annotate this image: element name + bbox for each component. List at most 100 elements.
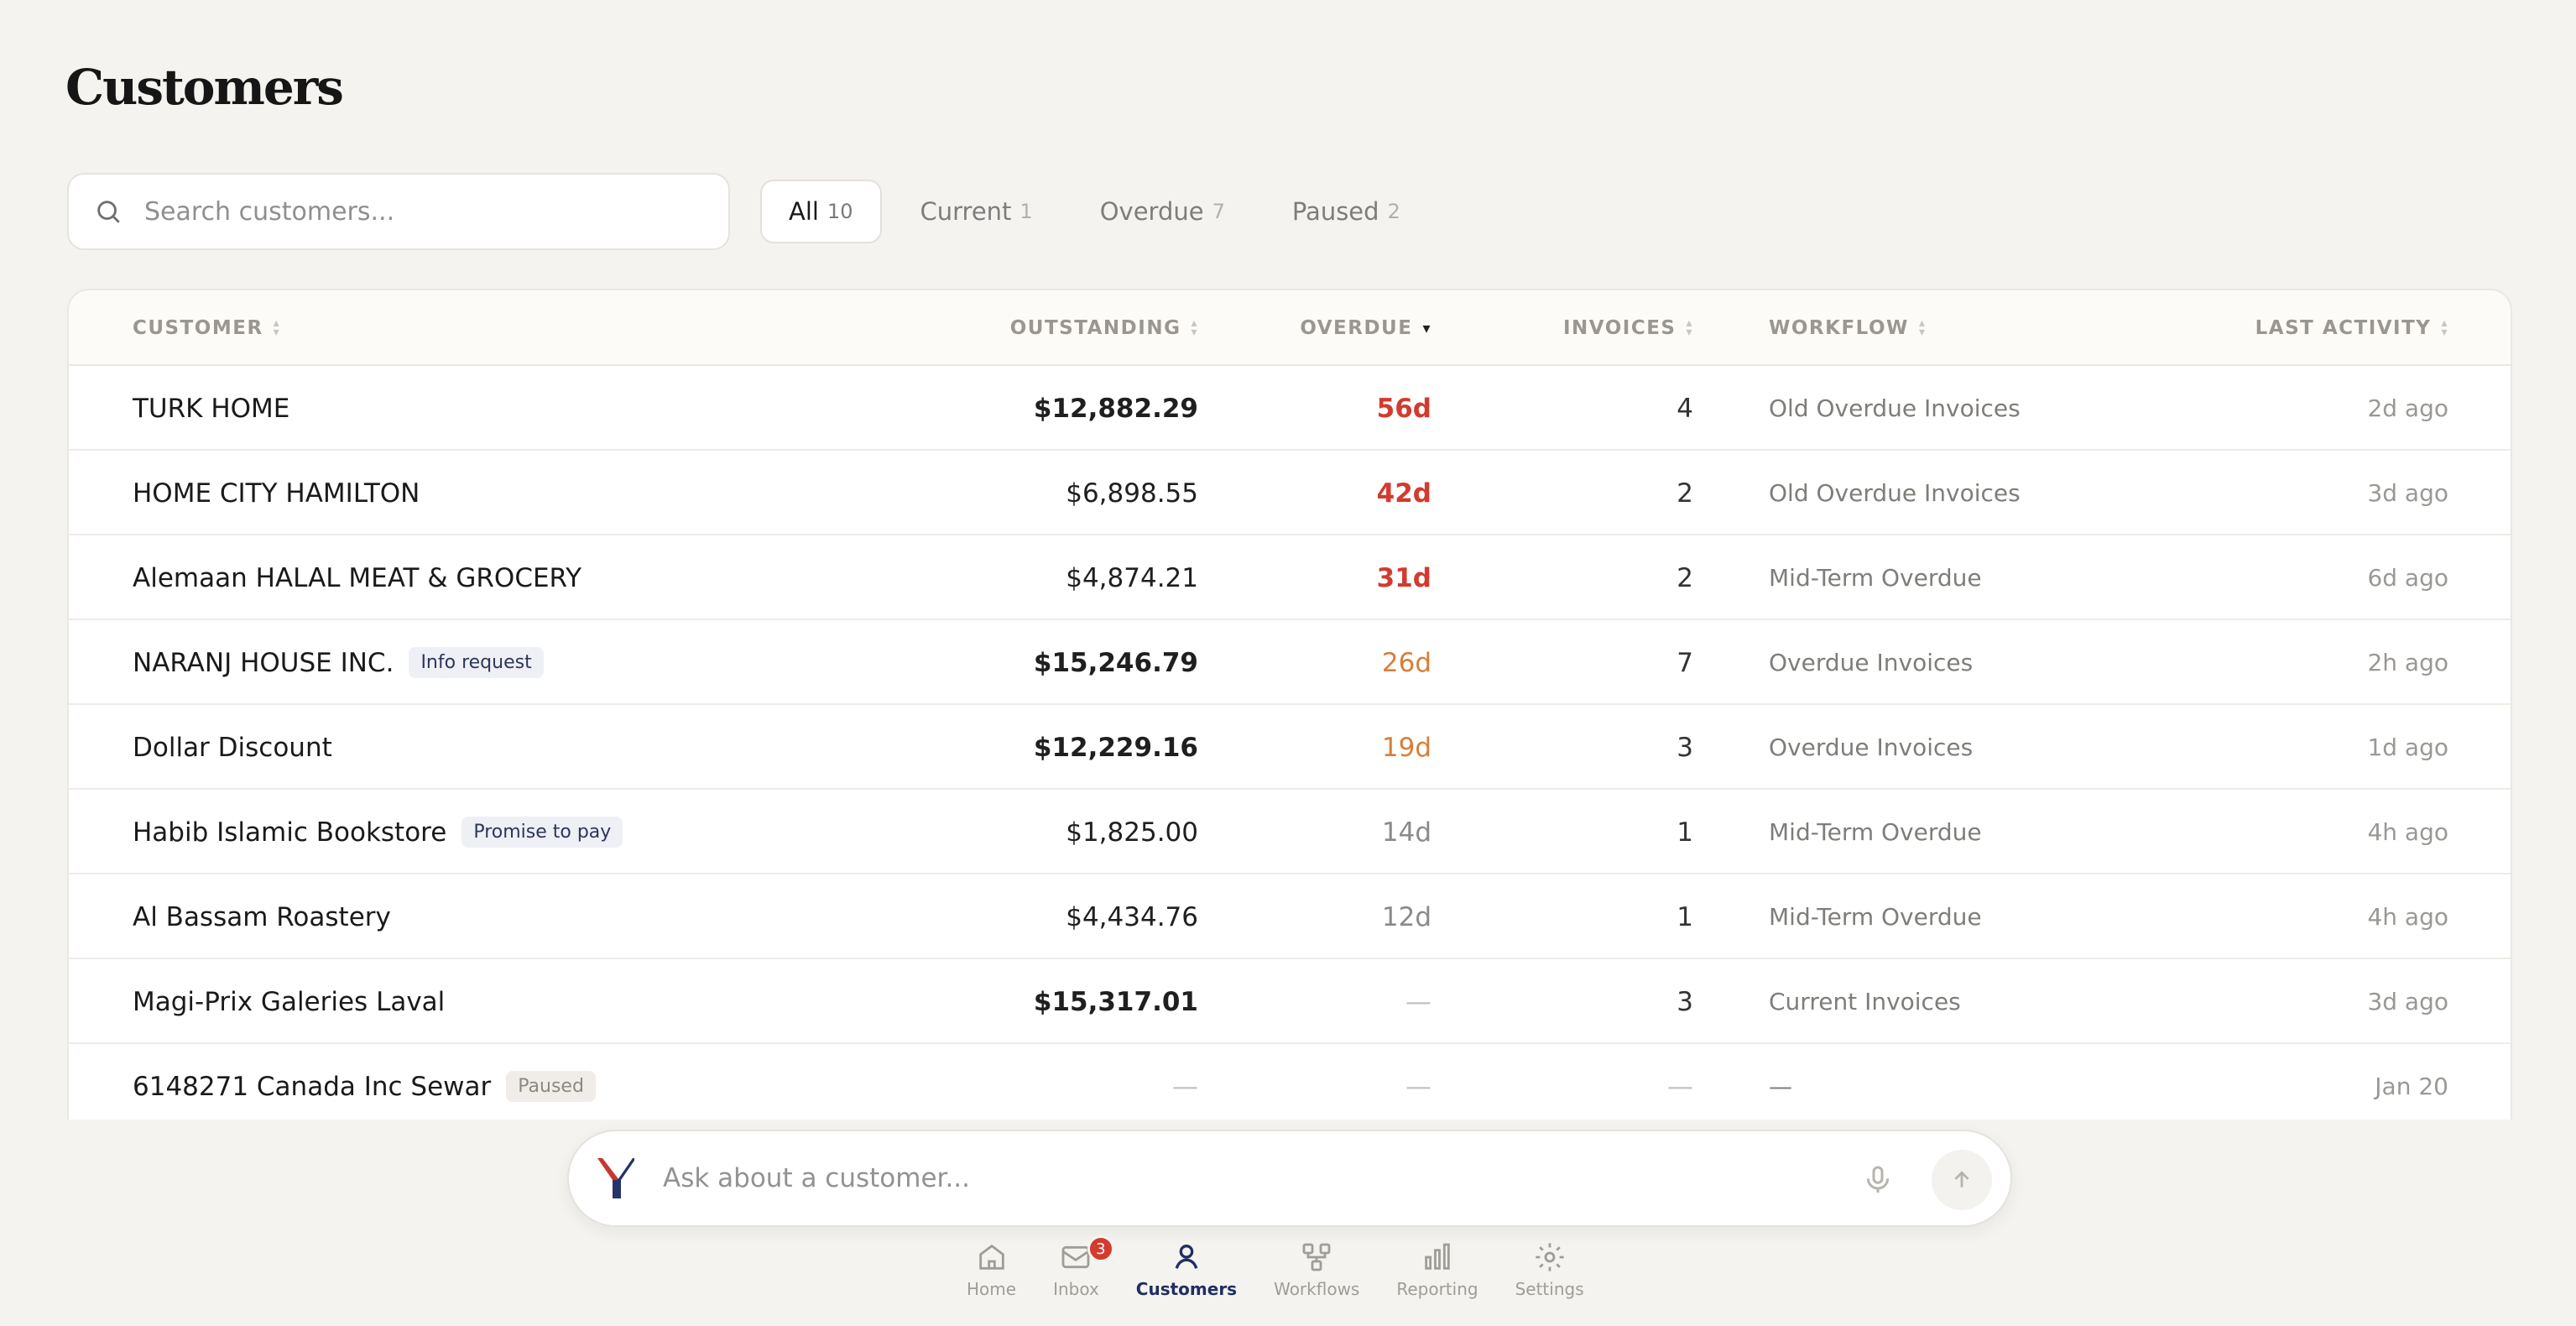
- invoice-count: 2: [1676, 562, 1693, 593]
- tab-all[interactable]: All 10: [760, 180, 882, 243]
- overdue-days: —: [1405, 986, 1431, 1017]
- customer-name: Al Bassam Roastery: [133, 901, 391, 932]
- tab-label: Current: [920, 197, 1012, 226]
- table-row[interactable]: Dollar Discount $12,229.16 19d 3 Overdue…: [69, 705, 2511, 790]
- customer-name: HOME CITY HAMILTON: [133, 478, 420, 509]
- invoice-count: 2: [1676, 478, 1693, 509]
- tab-count: 10: [827, 200, 853, 223]
- last-activity: 4h ago: [2367, 903, 2448, 931]
- customer-name-cell: NARANJ HOUSE INC. Info request: [133, 620, 544, 705]
- nav-label: Settings: [1515, 1279, 1584, 1299]
- notification-badge: 3: [1087, 1235, 1114, 1262]
- nav-item-workflows[interactable]: Workflows: [1274, 1240, 1359, 1299]
- nav-item-home[interactable]: Home: [967, 1240, 1016, 1299]
- nav-label: Customers: [1135, 1279, 1238, 1299]
- customer-name-cell: 6148271 Canada Inc Sewar Paused: [133, 1044, 596, 1120]
- table-row[interactable]: TURK HOME $12,882.29 56d 4 Old Overdue I…: [69, 366, 2511, 451]
- nav-item-reporting[interactable]: Reporting: [1396, 1240, 1478, 1299]
- column-header-invoices[interactable]: INVOICES ▴ ▾: [1563, 290, 1693, 366]
- last-activity: Jan 20: [2375, 1073, 2448, 1100]
- sort-icon: ▴ ▾: [273, 316, 281, 339]
- column-header-workflow[interactable]: WORKFLOW ▴ ▾: [1769, 290, 1926, 366]
- table-row[interactable]: 6148271 Canada Inc Sewar Paused — — — — …: [69, 1044, 2511, 1120]
- sort-icon: ▴ ▾: [1191, 316, 1198, 339]
- tab-label: Paused: [1291, 197, 1379, 226]
- tab-current[interactable]: Current 1: [892, 180, 1061, 243]
- column-header-overdue[interactable]: OVERDUE ▾: [1300, 290, 1431, 366]
- nav-label: Inbox: [1053, 1279, 1099, 1299]
- table-row[interactable]: Al Bassam Roastery $4,434.76 12d 1 Mid-T…: [69, 874, 2511, 959]
- assistant-bar: [567, 1130, 2012, 1227]
- customer-name: Dollar Discount: [133, 732, 332, 763]
- search-input[interactable]: [144, 196, 681, 227]
- invoice-count: 4: [1676, 393, 1693, 424]
- person-icon: [1175, 1245, 1198, 1269]
- nav-label: Home: [967, 1279, 1017, 1299]
- last-activity: 2h ago: [2367, 649, 2448, 676]
- outstanding-amount: $4,874.21: [1066, 562, 1198, 593]
- workflow-name: Mid-Term Overdue: [1769, 818, 1982, 846]
- microphone-icon[interactable]: [1861, 1163, 1895, 1197]
- column-label: WORKFLOW: [1769, 317, 1909, 339]
- workflow-name: Mid-Term Overdue: [1769, 903, 1982, 931]
- customer-name: 6148271 Canada Inc Sewar: [133, 1071, 492, 1102]
- customer-name-cell: Habib Islamic Bookstore Promise to pay: [133, 790, 623, 874]
- column-header-outstanding[interactable]: OUTSTANDING ▴ ▾: [1010, 290, 1198, 366]
- column-label: OUTSTANDING: [1009, 317, 1181, 339]
- table-row[interactable]: Habib Islamic Bookstore Promise to pay $…: [69, 790, 2511, 874]
- outstanding-amount: $12,229.16: [1033, 732, 1198, 763]
- sort-icon: ▴ ▾: [1918, 316, 1927, 339]
- sort-icon: ▴ ▾: [1686, 316, 1693, 339]
- outstanding-amount: —: [1172, 1071, 1198, 1102]
- customers-table: CUSTOMER ▴ ▾ OUTSTANDING ▴ ▾ OVERDUE ▾ INV…: [67, 289, 2512, 1120]
- outstanding-amount: $4,434.76: [1066, 901, 1198, 932]
- invoice-count: 3: [1676, 732, 1693, 763]
- last-activity: 6d ago: [2367, 564, 2448, 592]
- outstanding-amount: $6,898.55: [1066, 478, 1198, 509]
- overdue-days: 42d: [1376, 478, 1431, 509]
- nav-label: Workflows: [1274, 1279, 1360, 1299]
- tab-count: 2: [1387, 200, 1400, 223]
- customer-name: TURK HOME: [133, 393, 290, 424]
- workflow-name: Old Overdue Invoices: [1769, 394, 2021, 422]
- table-row[interactable]: Alemaan HALAL MEAT & GROCERY $4,874.21 3…: [69, 535, 2511, 620]
- tab-count: 1: [1019, 200, 1033, 223]
- assistant-input[interactable]: [663, 1163, 1821, 1193]
- overdue-days: 14d: [1381, 817, 1431, 848]
- tab-label: Overdue: [1099, 197, 1204, 226]
- status-badge: Promise to pay: [461, 817, 623, 848]
- workflow-name: Overdue Invoices: [1769, 733, 1974, 761]
- outstanding-amount: $12,882.29: [1033, 393, 1198, 424]
- column-header-customer[interactable]: CUSTOMER ▴ ▾: [133, 290, 280, 366]
- filter-tabs: All 10 Current 1 Overdue 7 Paused 2: [760, 180, 1439, 243]
- table-row[interactable]: HOME CITY HAMILTON $6,898.55 42d 2 Old O…: [69, 451, 2511, 535]
- bottom-nav: Home 3 Inbox Customers Workflows Reporti…: [948, 1235, 1603, 1299]
- workflow-name: Overdue Invoices: [1769, 649, 1974, 676]
- column-label: INVOICES: [1563, 317, 1676, 339]
- invoice-count: 3: [1676, 986, 1693, 1017]
- last-activity: 1d ago: [2367, 733, 2448, 761]
- search-box[interactable]: [67, 173, 730, 250]
- tab-paused[interactable]: Paused 2: [1264, 180, 1429, 243]
- sort-icon: ▴ ▾: [2441, 316, 2448, 339]
- nav-item-settings[interactable]: Settings: [1515, 1240, 1584, 1299]
- gear-icon: [1535, 1243, 1564, 1271]
- table-row[interactable]: Magi-Prix Galeries Laval $15,317.01 — 3 …: [69, 959, 2511, 1044]
- table-row[interactable]: NARANJ HOUSE INC. Info request $15,246.7…: [69, 620, 2511, 705]
- home-icon: [978, 1244, 1004, 1270]
- overdue-days: —: [1405, 1071, 1431, 1102]
- last-activity: 3d ago: [2367, 479, 2448, 507]
- overdue-days: 56d: [1376, 393, 1431, 424]
- send-button[interactable]: [1932, 1150, 1992, 1210]
- nav-item-inbox[interactable]: 3 Inbox: [1053, 1235, 1114, 1299]
- tab-overdue[interactable]: Overdue 7: [1072, 180, 1254, 243]
- overdue-days: 31d: [1376, 562, 1431, 593]
- column-header-last-activity[interactable]: LAST ACTIVITY ▴ ▾: [2255, 290, 2448, 366]
- workflow-name: Current Invoices: [1769, 988, 1961, 1015]
- page-title: Customers: [65, 59, 344, 116]
- bar-chart-icon: [1425, 1243, 1450, 1270]
- nav-item-customers[interactable]: Customers: [1136, 1240, 1237, 1299]
- outstanding-amount: $1,825.00: [1066, 817, 1198, 848]
- outstanding-amount: $15,317.01: [1033, 986, 1198, 1017]
- workflow-name: —: [1769, 1073, 1792, 1100]
